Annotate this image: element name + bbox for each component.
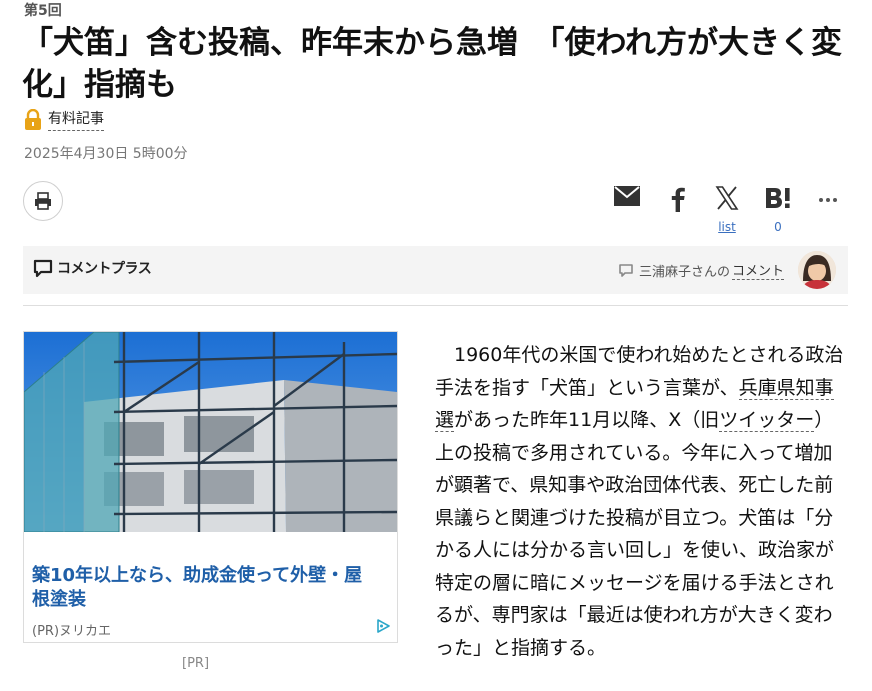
- more-icon: [819, 198, 837, 202]
- body-text-3: ）上の投稿で多用されている。今年に入って増加が顕著で、県知事や政治団体代表、死亡…: [435, 409, 835, 659]
- premium-label[interactable]: 有料記事: [48, 108, 104, 131]
- comment-plus-button[interactable]: コメントプラス: [33, 258, 152, 278]
- commenter-comment-link[interactable]: コメント: [731, 260, 784, 280]
- commenter-name: 三浦麻子さんの: [638, 264, 730, 280]
- printer-icon: [35, 192, 51, 210]
- ad-card[interactable]: 築10年以上なら、助成金使って外壁・屋根塗装 (PR)ヌリカエ: [23, 331, 398, 643]
- comment-plus-label: コメントプラス: [57, 261, 152, 277]
- comment-plus-bar: コメントプラス 三浦麻子さんの コメント: [23, 246, 848, 294]
- commenter-comment[interactable]: 三浦麻子さんの コメント: [619, 260, 784, 280]
- body-text-2: があった昨年11月以降、X（旧: [454, 409, 720, 431]
- ad-headline[interactable]: 築10年以上なら、助成金使って外壁・屋根塗装: [32, 564, 372, 612]
- pr-label: [PR]: [182, 656, 210, 671]
- lock-icon: [24, 108, 42, 131]
- hatena-bookmark-icon: [766, 188, 790, 208]
- x-list-link[interactable]: list: [718, 220, 736, 234]
- more-share-button[interactable]: [808, 186, 848, 210]
- article-body: 1960年代の米国で使われ始めたとされる政治手法を指す「犬笛」という言葉が、兵庫…: [435, 339, 845, 664]
- print-button[interactable]: [23, 181, 63, 221]
- series-label: 第5回: [24, 3, 62, 19]
- premium-badge[interactable]: 有料記事: [24, 108, 104, 131]
- share-facebook-button[interactable]: [658, 186, 698, 212]
- comment-bubble-icon: [33, 259, 53, 278]
- adchoices-icon[interactable]: [375, 618, 391, 634]
- link-twitter[interactable]: ツイッター: [719, 409, 815, 432]
- comment-small-icon: [619, 264, 633, 277]
- ad-sponsor: (PR)ヌリカエ: [32, 624, 112, 639]
- share-hatena-button[interactable]: 0: [758, 186, 798, 234]
- share-x-button[interactable]: list: [707, 186, 747, 234]
- hatena-count[interactable]: 0: [774, 220, 782, 234]
- mail-icon: [614, 186, 640, 206]
- facebook-icon: [671, 187, 685, 212]
- share-mail-button[interactable]: [607, 186, 647, 206]
- ad-image[interactable]: [24, 332, 397, 532]
- commenter-avatar[interactable]: [798, 251, 836, 289]
- article-title: 「犬笛」含む投稿、昨年末から急増 「使われ方が大きく変化」指摘も: [22, 25, 842, 103]
- x-icon: [715, 186, 739, 210]
- publish-date: 2025年4月30日 5時00分: [24, 146, 188, 162]
- section-divider: [23, 305, 848, 306]
